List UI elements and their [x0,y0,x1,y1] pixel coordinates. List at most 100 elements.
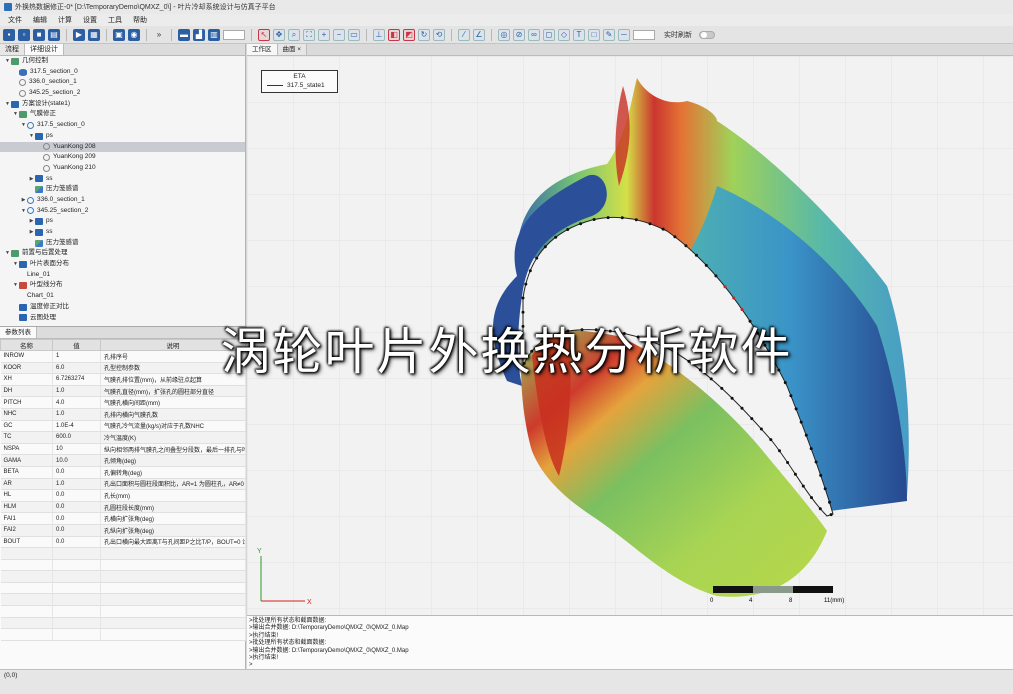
table-icon[interactable]: ▥ [208,28,220,41]
expand-arrow-icon[interactable]: ▶ [20,195,27,206]
table-row[interactable]: HLM 0.0 孔圆柱段长度(mm) [0,501,246,514]
camera-icon[interactable]: ◉ [128,28,140,41]
param-value-cell[interactable]: 10.0 [52,454,101,467]
menu-compute[interactable]: 计算 [58,15,72,25]
param-value-cell[interactable] [52,593,101,607]
table-row[interactable]: BOUT 0.0 孔出口横向最大距离T与孔间距P之比T/P，BOUT=0 计 [0,536,246,549]
menu-edit[interactable]: 编辑 [33,15,47,25]
tree-item[interactable]: Line_01 [0,270,245,281]
tree-item[interactable]: 345.25_section_2 [0,88,245,99]
table-row[interactable]: TC 600.0 冷气温度(K) [0,431,246,444]
tab-detail-design[interactable]: 详细设计 [25,44,64,55]
tree-item[interactable]: YuanKong 210 [0,163,245,174]
color-combo[interactable] [633,29,655,40]
table-row[interactable]: PITCH 4.0 气膜孔横向间距(mm) [0,396,246,409]
tree-item[interactable]: ▼ 317.5_section_0 [0,120,245,131]
expand-arrow-icon[interactable]: ▼ [20,120,27,131]
link-icon[interactable]: ∞ [528,28,540,41]
param-value-cell[interactable]: 10 [52,443,101,456]
tree-item[interactable]: ▼ 气膜修正 [0,109,245,120]
menu-settings[interactable]: 设置 [83,15,97,25]
table-row[interactable]: FAI2 0.0 孔纵向扩张角(deg) [0,524,246,537]
col-value[interactable]: 值 [52,339,101,351]
table-row[interactable] [0,617,246,630]
expand-arrow-icon[interactable]: ▼ [4,56,11,67]
expand-arrow-icon[interactable]: ▶ [28,174,35,185]
table-row[interactable]: KOOR 6.0 孔型控制参数 [0,362,246,375]
table-row[interactable] [0,547,246,560]
window-icon[interactable]: ▭ [348,28,360,41]
render-canvas[interactable]: Y X 0 4 8 11(mm) ETA 317.5_state1 [247,56,1013,615]
tree-item[interactable]: ▼ 叶型线分布 [0,280,245,291]
select-icon[interactable]: ↖ [258,28,270,41]
table-row[interactable] [0,628,246,641]
pan-icon[interactable]: ✥ [273,28,285,41]
menu-file[interactable]: 文件 [8,15,22,25]
table-row[interactable]: XH 6.7263274 气膜孔排位置(mm)，从前缘驻点起算 [0,373,246,386]
param-value-cell[interactable] [52,582,101,595]
pick-icon[interactable]: ⁄ [458,28,470,41]
table-row[interactable] [0,570,246,583]
tree-item[interactable]: 温度修正对比 [0,302,245,313]
table-row[interactable] [0,559,246,572]
table-row[interactable]: DH 1.0 气膜孔直径(mm)，扩张孔的圆柱部分直径 [0,385,246,398]
run-icon[interactable]: ▶ [73,28,85,41]
tab-workspace[interactable]: 工作区 [247,44,278,55]
param-value-cell[interactable]: 1.0 [52,385,101,398]
plane-icon[interactable]: ◧ [388,28,400,41]
tree-item[interactable]: 压力笼感谱 [0,184,245,195]
param-value-cell[interactable] [52,547,101,560]
expand-arrow-icon[interactable]: ▼ [12,280,19,291]
table-row[interactable]: BETA 0.0 孔偏转角(deg) [0,466,246,479]
param-value-cell[interactable]: 0.0 [52,524,101,537]
tree-item[interactable]: YuanKong 209 [0,152,245,163]
param-value-cell[interactable]: 1.0E-4 [52,420,101,433]
axis-icon[interactable]: ⊥ [373,28,385,41]
zoom-icon[interactable]: ⌕ [288,28,300,41]
table-row[interactable]: FAI1 0.0 孔横向扩张角(deg) [0,512,246,525]
table-row[interactable]: HL 0.0 孔长(mm) [0,489,246,502]
tree-item[interactable]: 336.0_section_1 [0,77,245,88]
text-icon[interactable]: T [573,28,585,41]
color-icon[interactable]: ✎ [603,28,615,41]
tree-item[interactable]: ▶ ss [0,227,245,238]
table-row[interactable]: GC 1.0E-4 气膜孔冷气流量(kg/s)对应于孔数NHC [0,420,246,433]
tree-item[interactable]: ▶ 336.0_section_1 [0,195,245,206]
param-value-cell[interactable]: 0.0 [52,536,101,549]
tab-flow[interactable]: 流程 [0,44,25,55]
display-combo[interactable] [223,29,245,40]
tab-params[interactable]: 参数列表 [0,327,37,338]
param-value-cell[interactable] [52,559,101,572]
table-row[interactable]: AR 1.0 孔出口面积与圆柱段面积比，AR=1 为圆柱孔，AR≠0 [0,478,246,491]
tab-surface[interactable]: 曲面 × [277,44,308,55]
menu-help[interactable]: 帮助 [133,15,147,25]
rotate-icon[interactable]: ↻ [418,28,430,41]
rect-icon[interactable]: □ [588,28,600,41]
view-icon[interactable]: ▬ [178,28,190,41]
param-value-cell[interactable]: 4.0 [52,396,101,409]
tree-item[interactable]: 317.5_section_0 [0,67,245,78]
col-name[interactable]: 名称 [0,339,53,351]
expand-arrow-icon[interactable]: ▼ [4,248,11,259]
param-value-cell[interactable] [52,617,101,630]
fit-icon[interactable]: ⛶ [303,28,315,41]
param-value-cell[interactable]: 1.0 [52,408,101,421]
tree-item[interactable]: Chart_01 [0,291,245,302]
expand-arrow-icon[interactable]: ▶ [28,216,35,227]
expand-arrow-icon[interactable]: ▼ [20,206,27,217]
more-icon[interactable]: » [153,29,165,41]
param-value-cell[interactable] [52,628,101,641]
tree-item[interactable]: ▼ 前置与后置处理 [0,248,245,259]
open-icon[interactable]: ▫ [18,28,30,41]
table-row[interactable]: GAMA 10.0 孔倾角(deg) [0,454,246,467]
param-value-cell[interactable] [52,605,101,618]
param-value-cell[interactable]: 0.0 [52,466,101,479]
tree-item[interactable]: ▼ ps [0,131,245,142]
blade-contour-plot[interactable]: Y X 0 4 8 11(mm) [247,56,1013,615]
param-value-cell[interactable]: 6.0 [52,362,101,375]
param-value-cell[interactable]: 1 [52,350,101,363]
measure-icon[interactable]: ∠ [473,28,485,41]
tree-item[interactable]: ▼ 方案设计(state1) [0,99,245,110]
expand-arrow-icon[interactable]: ▶ [28,227,35,238]
param-value-cell[interactable]: 0.0 [52,512,101,525]
